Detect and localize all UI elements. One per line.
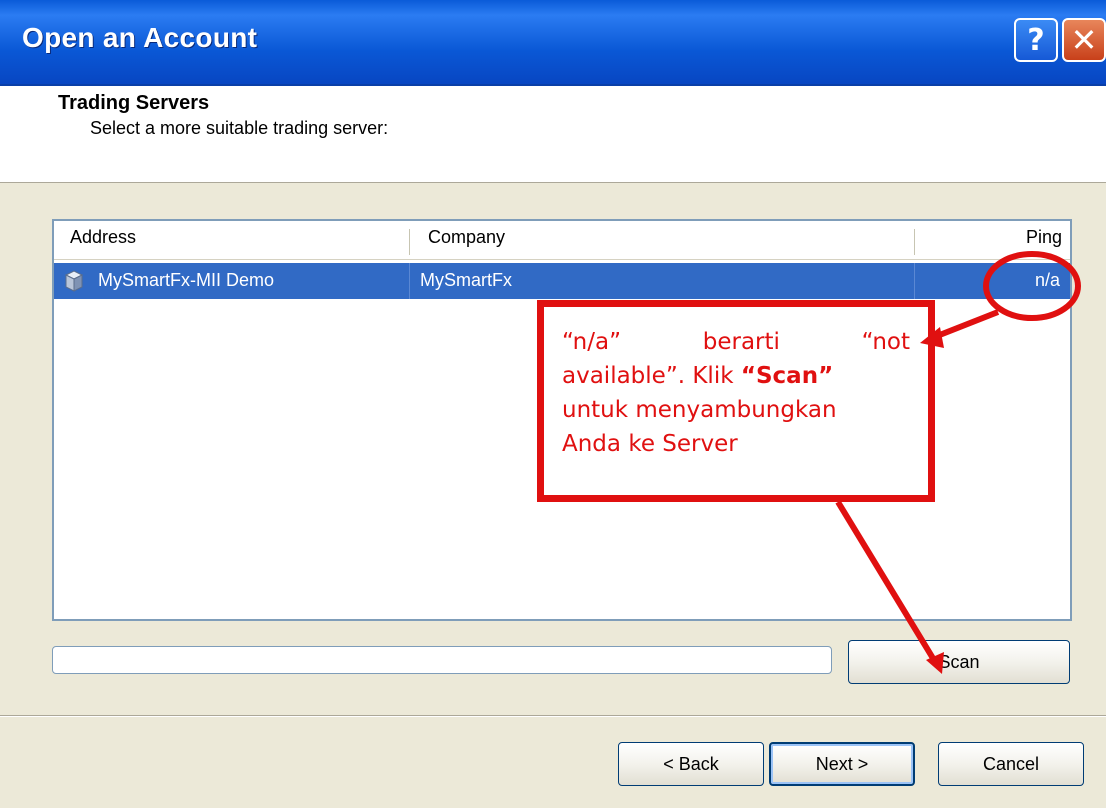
- row-address: MySmartFx-MII Demo: [98, 270, 275, 290]
- annotation-text: untuk menyambungkan: [562, 397, 837, 423]
- column-divider: [914, 263, 915, 299]
- column-divider[interactable]: [914, 229, 915, 255]
- cancel-button[interactable]: Cancel: [938, 742, 1084, 786]
- close-button[interactable]: ✕: [1062, 18, 1106, 62]
- column-header-ping[interactable]: Ping: [1026, 227, 1062, 248]
- help-button[interactable]: ?: [1014, 18, 1058, 62]
- column-header-company[interactable]: Company: [428, 227, 505, 248]
- annotation-text: “n/a”: [562, 329, 621, 355]
- annotation-text: available”. Klik: [562, 363, 741, 389]
- scan-progress-bar: [52, 646, 832, 674]
- divider: [0, 716, 1106, 717]
- back-button[interactable]: < Back: [618, 742, 764, 786]
- column-header-address[interactable]: Address: [70, 227, 136, 248]
- annotation-emphasis: “Scan”: [740, 363, 834, 389]
- column-divider[interactable]: [409, 229, 410, 255]
- annotation-text: “not: [861, 329, 910, 355]
- close-icon: ✕: [1070, 21, 1098, 59]
- list-header: Address Company Ping: [54, 221, 1070, 260]
- row-company: MySmartFx: [420, 270, 512, 290]
- title-bar: Open an Account ? ✕: [0, 0, 1106, 86]
- annotation-callout: “n/a” berarti “not available”. Klik “Sca…: [537, 300, 935, 502]
- help-icon: ?: [1027, 22, 1045, 58]
- annotation-line: available”. Klik “Scan”: [562, 359, 910, 393]
- page-subtitle: Select a more suitable trading server:: [90, 118, 389, 138]
- window-title: Open an Account: [22, 22, 258, 53]
- annotation-text: berarti: [702, 329, 780, 355]
- page-title: Trading Servers: [58, 92, 210, 114]
- wizard-header: Trading Servers Select a more suitable t…: [0, 86, 1106, 183]
- server-icon: [64, 270, 84, 292]
- table-row[interactable]: MySmartFx-MII Demo MySmartFx n/a: [54, 263, 1070, 299]
- annotation-text: Anda ke Server: [562, 431, 738, 457]
- scan-button[interactable]: Scan: [848, 640, 1070, 684]
- annotation-line: “n/a” berarti “not: [562, 325, 910, 359]
- next-button[interactable]: Next >: [769, 742, 915, 786]
- row-ping: n/a: [1034, 270, 1060, 290]
- column-divider: [409, 263, 410, 299]
